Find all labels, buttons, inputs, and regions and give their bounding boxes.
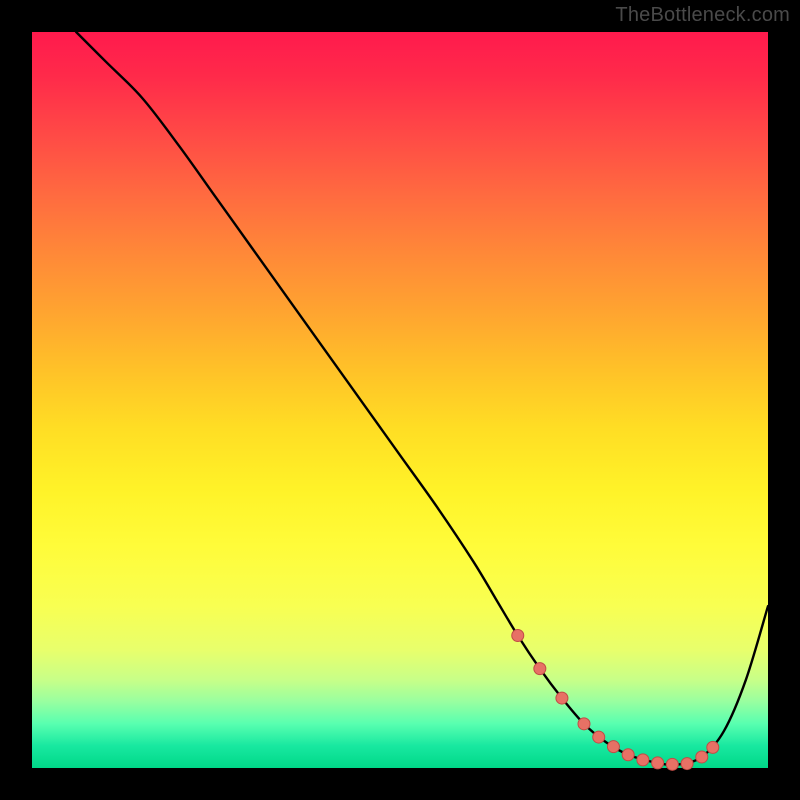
marker-dot [593,731,605,743]
curve-layer [32,32,768,768]
marker-dot [556,692,568,704]
marker-dot [637,754,649,766]
marker-dot [696,751,708,763]
marker-dot [512,630,524,642]
marker-dot [652,757,664,769]
marker-dot [681,758,693,770]
marker-dot [707,741,719,753]
marker-dot [666,758,678,770]
watermark: TheBottleneck.com [615,4,790,27]
curve-markers [512,630,719,771]
marker-dot [534,663,546,675]
bottleneck-curve [76,32,768,765]
marker-dot [622,749,634,761]
marker-dot [578,718,590,730]
marker-dot [607,741,619,753]
